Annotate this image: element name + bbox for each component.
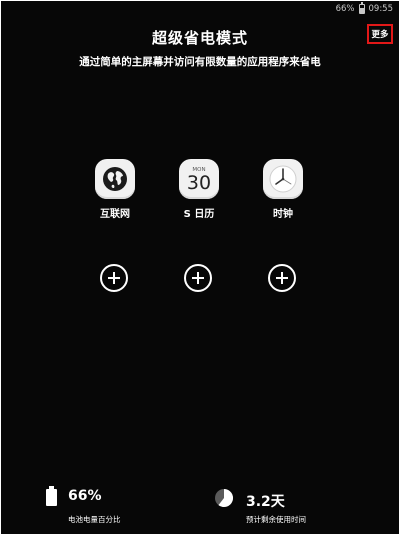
app-calendar[interactable]: MON 30 S 日历 [169, 159, 229, 220]
app-label: 互联网 [100, 209, 130, 220]
battery-icon [46, 486, 57, 506]
status-bar: 66% 09:55 [336, 1, 393, 17]
calendar-icon: MON 30 [179, 159, 219, 199]
app-clock[interactable]: 时钟 [253, 159, 313, 220]
page-title: 超级省电模式 [151, 29, 248, 47]
battery-value: 66% [68, 488, 102, 504]
page-subtitle: 通过简单的主屏幕并访问有限数量的应用程序来省电 [79, 56, 321, 68]
app-label: 时钟 [273, 209, 293, 220]
more-button[interactable]: 更多 [367, 24, 393, 44]
pie-icon [215, 488, 234, 507]
globe-icon [95, 159, 135, 199]
add-app-button[interactable] [184, 264, 212, 292]
clock-icon [263, 159, 303, 199]
battery-caption: 电池电量百分比 [68, 515, 121, 524]
battery-percent: 66% [335, 4, 355, 14]
calendar-day: 30 [186, 171, 212, 194]
app-label: S 日历 [183, 209, 215, 220]
remaining-time-value: 3.2天 [246, 494, 285, 510]
clock-time: 09:55 [368, 4, 394, 14]
super-power-saving-screen: 66% 09:55 超级省电模式 通过简单的主屏幕并访问有限数量的应用程序来省电… [1, 1, 399, 534]
app-internet[interactable]: 互联网 [85, 159, 145, 220]
remaining-time-caption: 预计剩余使用时间 [246, 515, 306, 524]
add-app-button[interactable] [100, 264, 128, 292]
add-app-button[interactable] [268, 264, 296, 292]
battery-status-icon [358, 2, 365, 14]
